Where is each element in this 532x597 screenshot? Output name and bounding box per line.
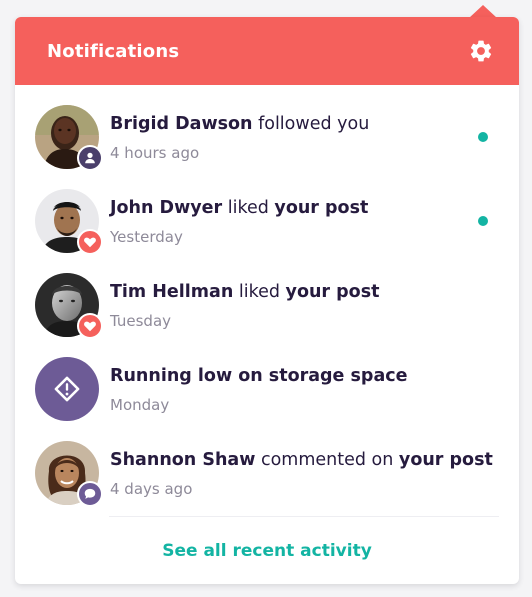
target-link[interactable]: your post xyxy=(274,198,368,218)
storage-avatar xyxy=(35,357,99,421)
notification-text: John Dwyer liked your post Yesterday xyxy=(110,194,368,248)
notification-item[interactable]: Running low on storage space Monday xyxy=(15,347,519,431)
notification-item[interactable]: Tim Hellman liked your post Tuesday xyxy=(15,263,519,347)
avatar xyxy=(35,105,103,171)
actor-name: Shannon Shaw xyxy=(110,450,256,470)
heart-icon xyxy=(77,229,103,255)
panel-header: Notifications xyxy=(15,17,519,85)
see-all-activity-link[interactable]: See all recent activity xyxy=(162,541,372,561)
notification-text: Shannon Shaw commented on your post 4 da… xyxy=(110,446,493,500)
avatar xyxy=(35,189,103,255)
heart-icon xyxy=(77,313,103,339)
target-link[interactable]: your post xyxy=(399,450,493,470)
timestamp: Yesterday xyxy=(110,228,183,246)
timestamp: Monday xyxy=(110,396,170,414)
notification-text: Brigid Dawson followed you 4 hours ago xyxy=(110,110,369,164)
avatar xyxy=(35,441,103,507)
actor-name: Brigid Dawson xyxy=(110,114,253,134)
gear-icon[interactable] xyxy=(468,38,494,64)
notification-item[interactable]: John Dwyer liked your post Yesterday xyxy=(15,179,519,263)
action-text: liked xyxy=(233,282,286,302)
actor-name: Tim Hellman xyxy=(110,282,234,302)
warning-icon xyxy=(54,376,80,402)
comment-icon xyxy=(77,481,103,507)
unread-indicator xyxy=(478,216,488,226)
notification-text: Tim Hellman liked your post Tuesday xyxy=(110,278,379,332)
notifications-panel: Notifications Brigid Dawson followed you… xyxy=(15,17,519,584)
action-text: liked xyxy=(222,198,275,218)
timestamp: 4 hours ago xyxy=(110,144,200,162)
actor-name: John Dwyer xyxy=(110,198,223,218)
timestamp: 4 days ago xyxy=(110,480,193,498)
notification-text: Running low on storage space Monday xyxy=(110,362,408,416)
timestamp: Tuesday xyxy=(110,312,172,330)
notification-item[interactable]: Brigid Dawson followed you 4 hours ago xyxy=(15,95,519,179)
user-icon xyxy=(77,145,103,171)
unread-indicator xyxy=(478,132,488,142)
action-text: commented on xyxy=(255,450,399,470)
notifications-dropdown: Notifications Brigid Dawson followed you… xyxy=(15,0,519,584)
alert-title: Running low on storage space xyxy=(110,366,408,386)
avatar xyxy=(35,273,103,339)
action-text: followed you xyxy=(252,114,370,134)
panel-footer: See all recent activity xyxy=(15,516,519,584)
target-link[interactable]: your post xyxy=(286,282,380,302)
notification-list: Brigid Dawson followed you 4 hours ago J… xyxy=(15,85,519,515)
notification-item[interactable]: Shannon Shaw commented on your post 4 da… xyxy=(15,431,519,515)
divider xyxy=(109,516,499,517)
panel-title: Notifications xyxy=(47,40,180,62)
